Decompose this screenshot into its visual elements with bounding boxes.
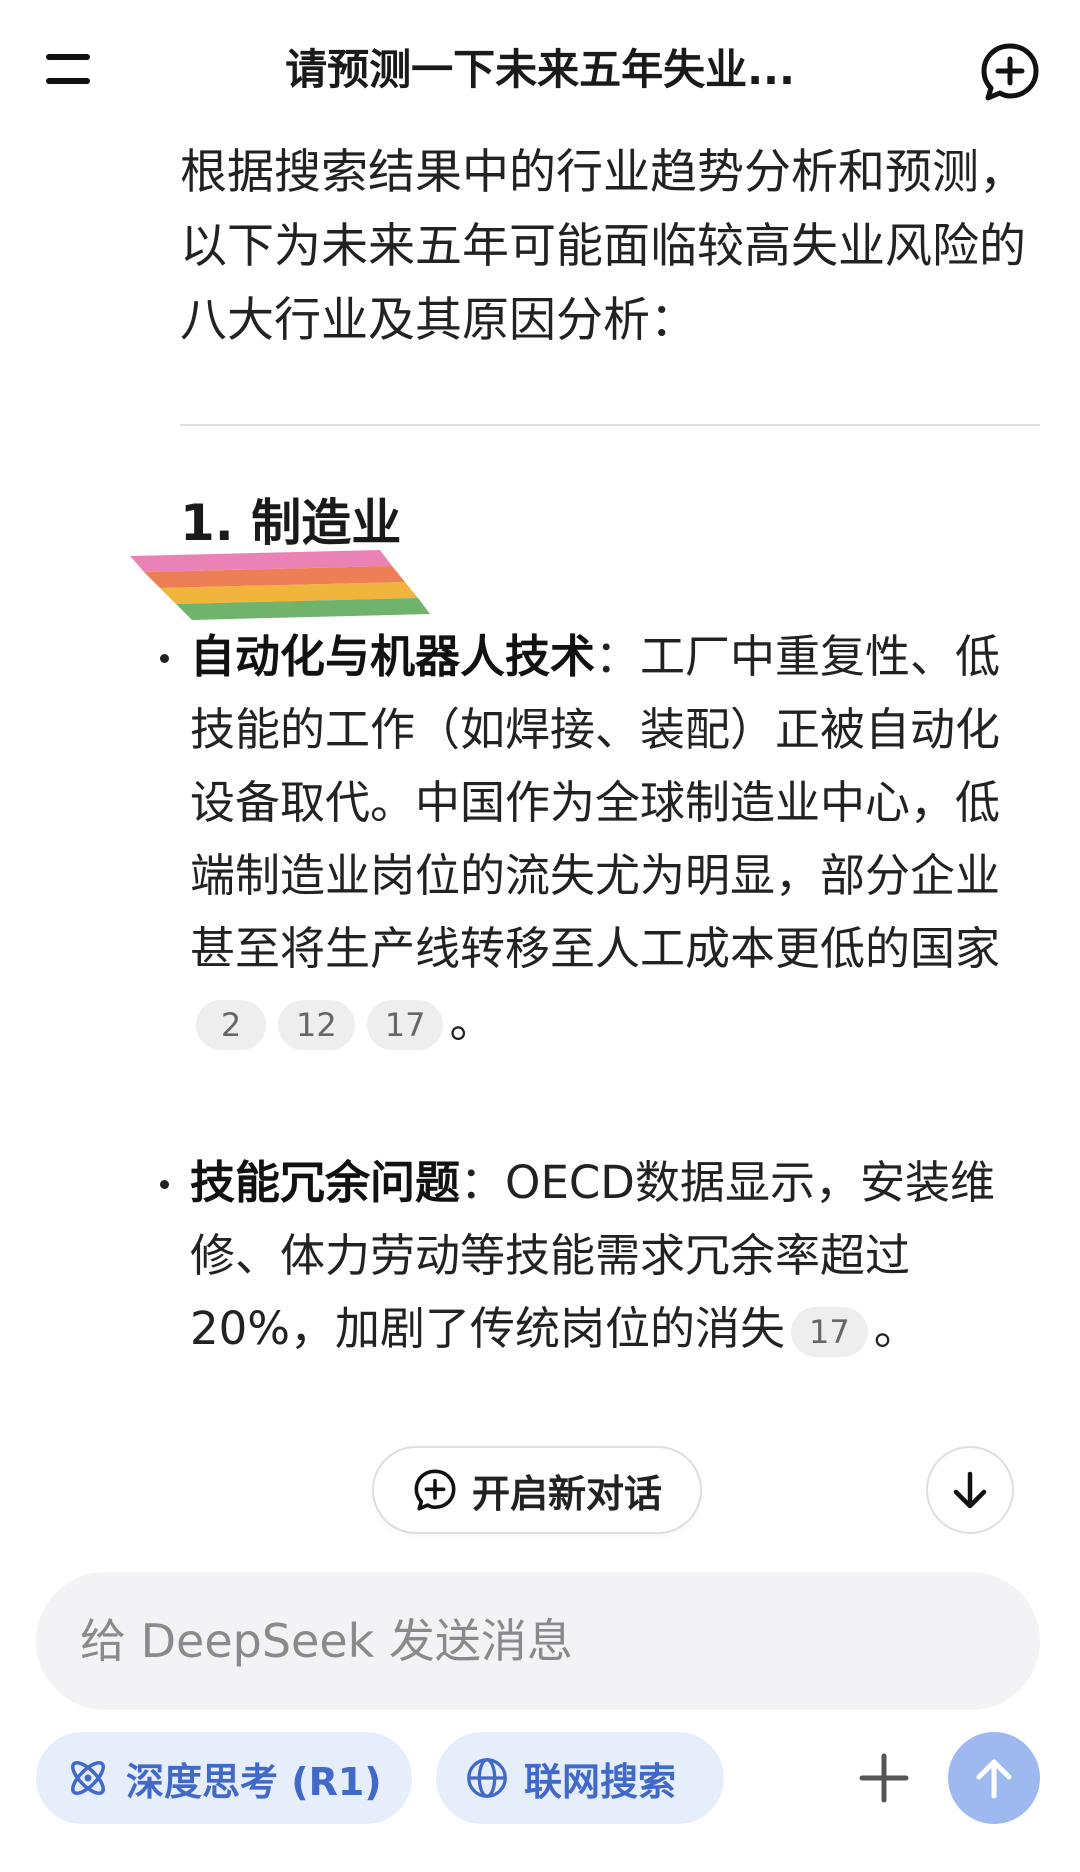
bullet-term: 技能冗余问题	[190, 1156, 461, 1209]
send-button[interactable]	[948, 1732, 1040, 1824]
plus-icon-svg	[859, 1753, 909, 1803]
globe-icon	[467, 1758, 507, 1798]
message-composer	[36, 1572, 1040, 1710]
new-chat-icon	[414, 1469, 456, 1511]
scroll-down-button[interactable]	[926, 1446, 1014, 1534]
bullet-dot	[160, 654, 169, 663]
bullet-end: 。	[449, 995, 495, 1048]
new-dialog-button[interactable]: 开启新对话	[372, 1446, 702, 1534]
web-search-label: 联网搜索	[524, 1759, 677, 1804]
list-item: 自动化与机器人技术：工厂中重复性、低技能的工作（如焊接、装配）正被自动化设备取代…	[160, 620, 1040, 1058]
arrow-down-icon	[953, 1471, 987, 1509]
new-chat-icon[interactable]	[978, 40, 1042, 104]
bullet-separator: ：	[595, 630, 641, 683]
list-item: 技能冗余问题：OECD数据显示，安装维修、体力劳动等技能需求冗余率超过20%，加…	[160, 1146, 1040, 1365]
bullet-dot	[160, 1180, 169, 1189]
top-bar: 请预测一下未来五年失业...	[0, 0, 1080, 140]
bullet-term: 自动化与机器人技术	[190, 630, 596, 683]
section-divider	[180, 424, 1040, 426]
bullet-end: 。	[873, 1302, 919, 1355]
bullet-separator: ：	[460, 1156, 506, 1209]
page-title: 请预测一下未来五年失业...	[285, 45, 795, 94]
citation-badge[interactable]: 17	[791, 1307, 868, 1357]
new-dialog-label: 开启新对话	[471, 1471, 662, 1516]
plus-icon[interactable]	[846, 1740, 922, 1816]
message-intro: 根据搜索结果中的行业趋势分析和预测，以下为未来五年可能面临较高失业风险的八大行业…	[180, 145, 1026, 348]
message-input[interactable]	[80, 1606, 980, 1676]
citation-badge[interactable]: 2	[196, 1000, 266, 1050]
menu-bar-bottom	[46, 78, 90, 84]
deep-think-label: 深度思考 (R1)	[126, 1759, 382, 1804]
web-search-toggle[interactable]: 联网搜索	[436, 1732, 724, 1824]
section-heading: 1. 制造业	[180, 494, 402, 552]
atom-icon	[71, 1761, 105, 1795]
menu-icon[interactable]	[40, 48, 96, 92]
arrow-up-icon	[976, 1759, 1012, 1799]
new-chat-icon-svg	[981, 43, 1039, 101]
menu-bar-top	[46, 54, 90, 60]
citation-badge[interactable]: 17	[366, 1000, 444, 1050]
chat-screen: 请预测一下未来五年失业... 根据搜索结果中的行业趋势分析和预测，以下为未来五年…	[0, 0, 1080, 1872]
citation-badge[interactable]: 12	[278, 1000, 355, 1050]
deep-think-toggle[interactable]: 深度思考 (R1)	[36, 1732, 412, 1824]
